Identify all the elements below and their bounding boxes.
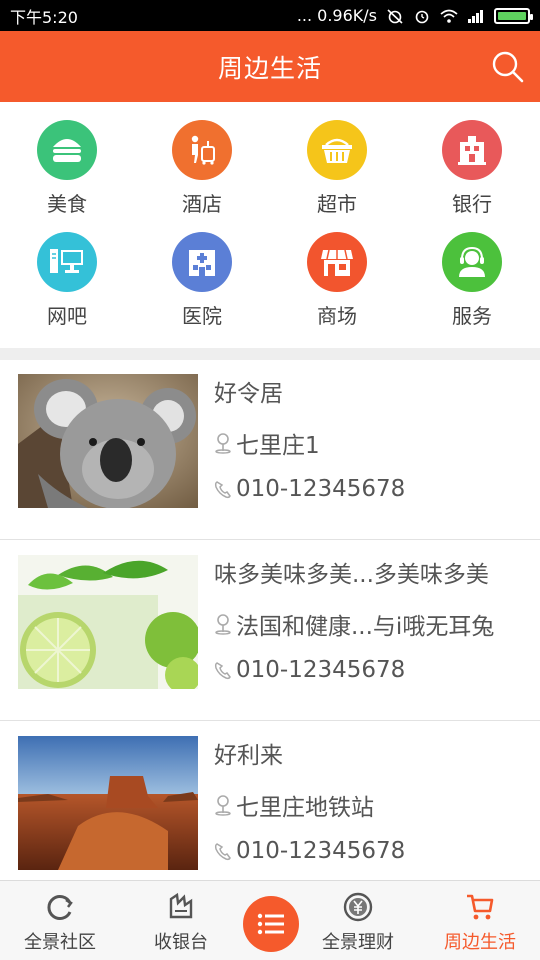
category-label: 美食 — [47, 192, 87, 216]
list-item[interactable]: 好利来 七里庄地铁站 010-12345678 — [0, 722, 540, 880]
signal-icon — [468, 9, 483, 23]
computer-icon — [50, 249, 83, 273]
headset-icon — [459, 246, 485, 277]
place-phone-text: 010-12345678 — [236, 838, 406, 864]
category-food[interactable]: 美食 — [17, 120, 117, 217]
category-icon-bg — [172, 232, 232, 292]
category-label: 超市 — [317, 192, 357, 216]
list-item[interactable]: 味多美味多美...多美味多美 法国和健康...与i哦无耳兔 010-123456… — [0, 541, 540, 721]
basket-icon — [322, 138, 352, 163]
place-phone-text: 010-12345678 — [236, 657, 406, 683]
category-icon-bg — [37, 120, 97, 180]
tab-nearby-life[interactable]: 周边生活 — [430, 881, 530, 960]
status-time: 下午5:20 — [10, 7, 78, 27]
category-icon-bg — [442, 120, 502, 180]
luggage-icon — [191, 135, 215, 165]
place-address-text: 法国和健康...与i哦无耳兔 — [236, 614, 495, 640]
burger-icon — [53, 139, 81, 162]
battery-fill — [498, 11, 526, 20]
category-icon-bg — [307, 232, 367, 292]
bottom-nav: 全景社区 收银台 全景理财 周边生活 — [0, 880, 540, 960]
alarm-off-icon — [387, 8, 403, 24]
yen-coin-icon — [343, 892, 373, 922]
center-menu-button[interactable] — [243, 896, 299, 952]
category-bank[interactable]: 银行 — [422, 120, 522, 217]
place-phone-text: 010-12345678 — [236, 476, 406, 502]
cashier-icon — [169, 892, 193, 919]
page-title: 周边生活 — [217, 53, 322, 83]
place-address-text: 七里庄1 — [236, 433, 320, 459]
bank-icon — [458, 136, 486, 165]
place-name: 味多美味多美...多美味多美 — [214, 562, 489, 588]
place-address-text: 七里庄地铁站 — [236, 795, 374, 821]
phone-icon — [214, 662, 231, 680]
place-address: 七里庄1 — [214, 426, 320, 460]
tab-finance[interactable]: 全景理财 — [308, 881, 408, 960]
section-divider — [0, 348, 540, 360]
category-service[interactable]: 服务 — [422, 232, 522, 329]
tab-label: 全景理财 — [322, 932, 394, 953]
category-label: 银行 — [452, 192, 492, 216]
tab-cashier[interactable]: 收银台 — [131, 881, 231, 960]
category-internet-cafe[interactable]: 网吧 — [17, 232, 117, 329]
category-icon-bg — [442, 232, 502, 292]
phone-icon — [214, 481, 231, 499]
tab-community[interactable]: 全景社区 — [10, 881, 110, 960]
place-phone[interactable]: 010-12345678 — [214, 838, 405, 864]
phone-icon — [214, 843, 231, 861]
alarm-clock-icon — [415, 10, 429, 23]
category-icon-bg — [307, 120, 367, 180]
place-name: 好令居 — [214, 381, 283, 407]
category-icon-bg — [172, 120, 232, 180]
place-address: 七里庄地铁站 — [214, 788, 374, 822]
cart-icon — [467, 894, 494, 920]
search-icon[interactable] — [490, 49, 526, 85]
hospital-icon — [189, 250, 215, 276]
place-name: 好利来 — [214, 743, 283, 769]
list-icon — [257, 913, 284, 935]
battery-icon — [494, 7, 533, 24]
list-item[interactable]: 好令居 七里庄1 010-12345678 — [0, 360, 540, 540]
place-photo-koala — [18, 374, 198, 508]
network-speed: ... 0.96K/s — [296, 6, 377, 25]
category-label: 网吧 — [47, 304, 87, 328]
tab-label: 收银台 — [154, 932, 208, 953]
category-hotel[interactable]: 酒店 — [152, 120, 252, 217]
location-pin-icon — [215, 795, 231, 816]
category-hospital[interactable]: 医院 — [152, 232, 252, 329]
tab-label: 全景社区 — [24, 932, 96, 953]
tab-label: 周边生活 — [444, 932, 516, 953]
place-photo-desert — [18, 736, 198, 870]
location-pin-icon — [215, 433, 231, 454]
store-icon — [321, 249, 353, 276]
refresh-circle-icon — [47, 895, 73, 920]
place-phone[interactable]: 010-12345678 — [214, 657, 405, 683]
category-label: 商场 — [317, 304, 357, 328]
places-list: 好令居 七里庄1 010-12345678 味多美味多美...多美味多美 法国和… — [0, 360, 540, 880]
place-phone[interactable]: 010-12345678 — [214, 476, 405, 502]
category-label: 服务 — [452, 304, 492, 328]
status-right: ... 0.96K/s — [296, 6, 533, 25]
category-icon-bg — [37, 232, 97, 292]
category-label: 酒店 — [182, 192, 222, 216]
wifi-icon — [440, 9, 458, 23]
place-photo-lime-drink — [18, 555, 198, 689]
place-address: 法国和健康...与i哦无耳兔 — [214, 607, 494, 641]
category-supermarket[interactable]: 超市 — [287, 120, 387, 217]
location-pin-icon — [215, 614, 231, 635]
category-grid: 美食 酒店 超市 银行 网吧 医院 商场 服务 — [0, 102, 540, 348]
category-mall[interactable]: 商场 — [287, 232, 387, 329]
app-header: 周边生活 — [0, 31, 540, 102]
category-label: 医院 — [182, 304, 222, 328]
status-bar: 下午5:20 ... 0.96K/s — [0, 0, 540, 31]
